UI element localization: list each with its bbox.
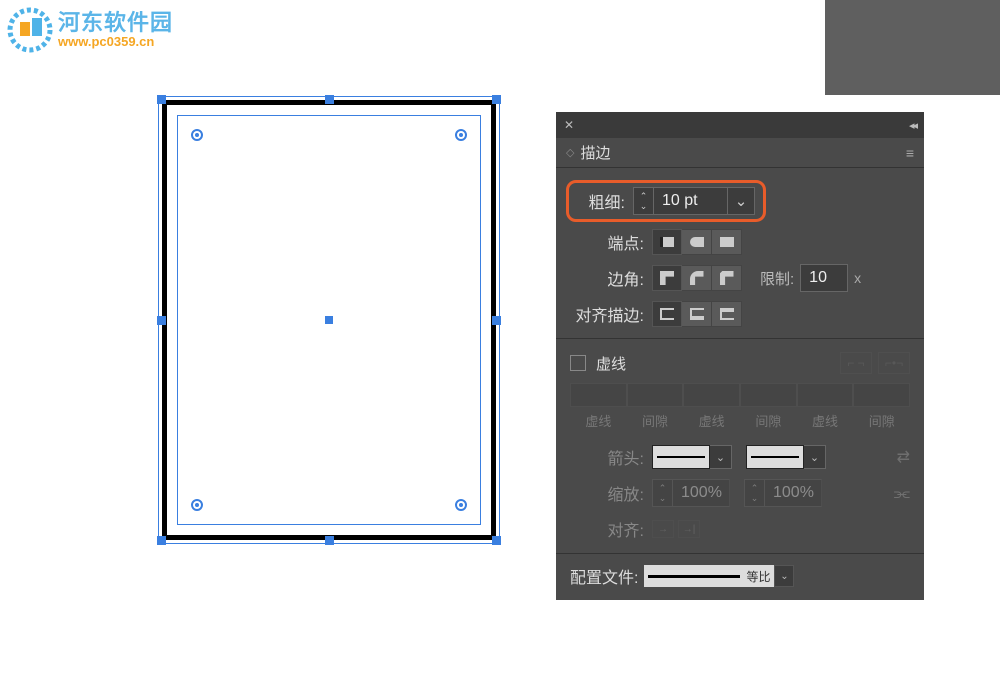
divider-2 — [556, 553, 924, 554]
link-scale-icon[interactable]: ⫘ — [894, 483, 910, 504]
scale1-stepper[interactable]: ⌃⌄ — [652, 479, 672, 507]
arrow-scale-row: 缩放: ⌃⌄ 100% ⌃⌄ 100% ⫘ — [570, 475, 910, 511]
dash-input-2[interactable] — [683, 383, 740, 407]
dashed-row: 虚线 ⌐ ¬ ⌐•¬ — [570, 345, 910, 381]
resize-handle-br[interactable] — [492, 536, 501, 545]
join-bevel-button[interactable] — [712, 265, 742, 291]
arrow-align-row: 对齐: → →| — [570, 511, 910, 547]
resize-handle-ml[interactable] — [157, 316, 166, 325]
align-outside-button[interactable] — [712, 301, 742, 327]
corner-label: 边角: — [570, 266, 652, 290]
dashed-checkbox[interactable] — [570, 355, 586, 371]
arrow-align-tip-button[interactable]: →| — [678, 520, 700, 538]
logo-text-url: www.pc0359.cn — [58, 35, 173, 49]
align-stroke-label: 对齐描边: — [570, 302, 652, 326]
collapse-icon[interactable]: ◂◂ — [909, 119, 916, 132]
arrowhead-row: 箭头: ⌄ ⌄ ⇄ — [570, 439, 910, 475]
weight-input-field[interactable] — [662, 192, 727, 210]
scale1-input[interactable]: 100% — [672, 479, 730, 507]
background-block — [825, 0, 1000, 95]
corner-row: 边角: 限制: x — [570, 260, 910, 296]
gap-input-1[interactable] — [627, 383, 684, 407]
profile-swatch-text: 等比 — [746, 568, 770, 585]
cap-butt-button[interactable] — [652, 229, 682, 255]
limit-suffix: x — [854, 270, 861, 286]
dash-col-label-6: 间隙 — [869, 411, 895, 430]
dash-input-3[interactable] — [797, 383, 854, 407]
weight-highlight: 粗细: ⌃⌄ ⌄ — [566, 180, 766, 222]
limit-label: 限制: — [760, 268, 794, 289]
dash-fields: 虚线 间隙 虚线 间隙 虚线 间隙 — [570, 383, 910, 433]
logo-text-cn: 河东软件园 — [58, 11, 173, 35]
profile-dropdown[interactable]: ⌄ — [774, 565, 794, 587]
dash-col-label-2: 间隙 — [642, 411, 668, 430]
close-icon[interactable]: ✕ — [564, 118, 574, 132]
dash-col-label-3: 虚线 — [699, 411, 725, 430]
weight-row: 粗细: ⌃⌄ ⌄ — [570, 178, 910, 224]
live-corner-widget-tl[interactable] — [191, 129, 203, 141]
join-round-button[interactable] — [682, 265, 712, 291]
chevron-down-icon[interactable]: ⌄ — [640, 201, 648, 211]
dash-col-label-5: 虚线 — [812, 411, 838, 430]
resize-handle-mr[interactable] — [492, 316, 501, 325]
divider — [556, 338, 924, 339]
center-point[interactable] — [325, 316, 333, 324]
dash-align-corners-button[interactable]: ⌐•¬ — [878, 352, 910, 374]
limit-input[interactable] — [800, 264, 848, 292]
arrow-start-dropdown[interactable]: ⌄ — [710, 445, 732, 469]
cap-label: 端点: — [570, 230, 652, 254]
live-corner-widget-bl[interactable] — [191, 499, 203, 511]
swap-arrows-icon[interactable]: ⇄ — [897, 447, 910, 467]
arrow-end-swatch[interactable] — [746, 445, 804, 469]
watermark-logo: 河东软件园 www.pc0359.cn — [6, 6, 173, 54]
resize-handle-mt[interactable] — [325, 95, 334, 104]
stroke-panel: ✕ ◂◂ ◇ 描边 ≡ 粗细: ⌃⌄ ⌄ 端点: 边角: — [556, 112, 924, 600]
profile-label: 配置文件: — [570, 564, 644, 588]
weight-stepper[interactable]: ⌃⌄ — [633, 187, 653, 215]
live-corner-widget-br[interactable] — [455, 499, 467, 511]
arrow-scale-label: 缩放: — [570, 481, 652, 505]
panel-tab-row: ◇ 描边 ≡ — [556, 138, 924, 168]
panel-titlebar[interactable]: ✕ ◂◂ — [556, 112, 924, 138]
scale2-stepper[interactable]: ⌃⌄ — [744, 479, 764, 507]
join-miter-button[interactable] — [652, 265, 682, 291]
scale2-input[interactable]: 100% — [764, 479, 822, 507]
live-corner-widget-tr[interactable] — [455, 129, 467, 141]
dashed-label: 虚线 — [596, 353, 626, 374]
cap-round-button[interactable] — [682, 229, 712, 255]
arrow-end-dropdown[interactable]: ⌄ — [804, 445, 826, 469]
align-stroke-row: 对齐描边: — [570, 296, 910, 332]
dash-input-1[interactable] — [570, 383, 627, 407]
resize-handle-bl[interactable] — [157, 536, 166, 545]
cap-row: 端点: — [570, 224, 910, 260]
arrow-align-extend-button[interactable]: → — [652, 520, 674, 538]
logo-mark — [6, 6, 54, 54]
gap-input-3[interactable] — [853, 383, 910, 407]
gap-input-2[interactable] — [740, 383, 797, 407]
profile-swatch[interactable]: 等比 — [644, 565, 774, 587]
arrowhead-label: 箭头: — [570, 445, 652, 469]
profile-row: 配置文件: 等比 ⌄ — [570, 560, 910, 592]
dash-col-label-1: 虚线 — [585, 411, 611, 430]
arrow-start-swatch[interactable] — [652, 445, 710, 469]
weight-input[interactable] — [653, 187, 727, 215]
cap-projecting-button[interactable] — [712, 229, 742, 255]
chevron-up-icon[interactable]: ⌃ — [640, 191, 648, 201]
canvas-selection[interactable] — [162, 100, 496, 540]
limit-input-field[interactable] — [809, 269, 847, 287]
resize-handle-mb[interactable] — [325, 536, 334, 545]
panel-menu-icon[interactable]: ≡ — [906, 145, 914, 161]
tab-grip-icon[interactable]: ◇ — [566, 149, 574, 157]
miter-limit-field: 限制: x — [760, 264, 861, 292]
panel-title[interactable]: 描边 — [580, 142, 610, 163]
align-center-button[interactable] — [652, 301, 682, 327]
weight-dropdown[interactable]: ⌄ — [727, 187, 755, 215]
resize-handle-tr[interactable] — [492, 95, 501, 104]
weight-label: 粗细: — [569, 189, 633, 213]
resize-handle-tl[interactable] — [157, 95, 166, 104]
dash-preserve-exact-button[interactable]: ⌐ ¬ — [840, 352, 872, 374]
align-inside-button[interactable] — [682, 301, 712, 327]
arrow-align-label: 对齐: — [570, 517, 652, 541]
dash-col-label-4: 间隙 — [755, 411, 781, 430]
